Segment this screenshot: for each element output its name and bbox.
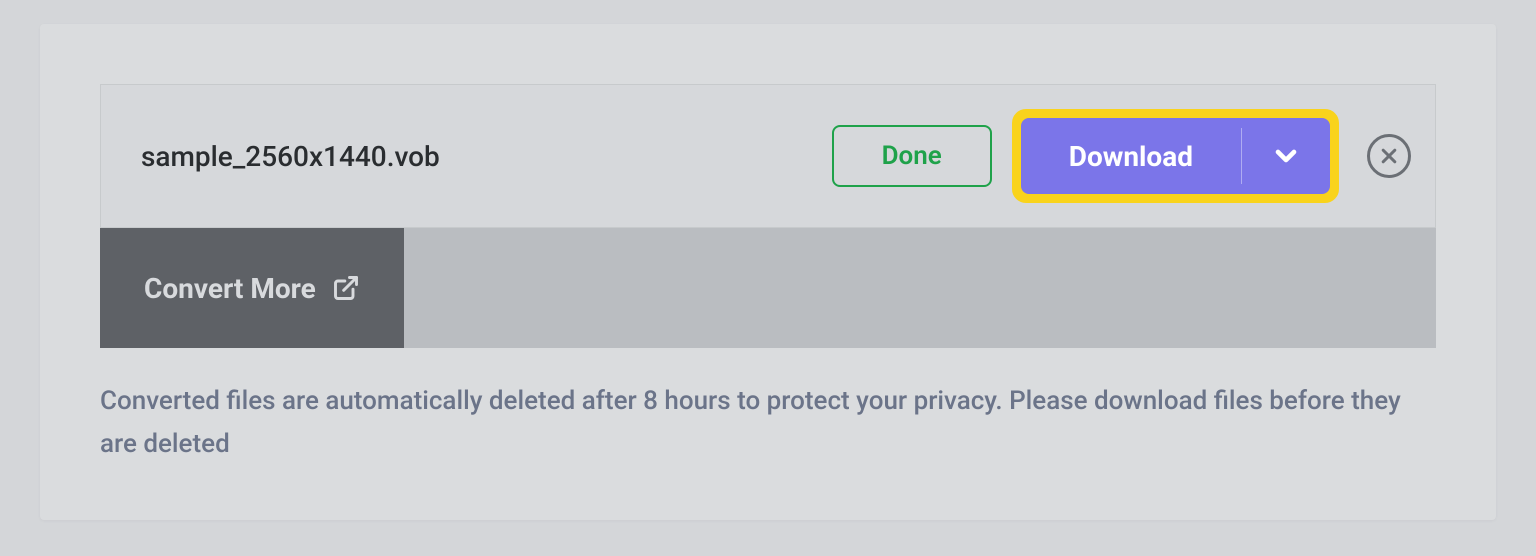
download-options-button[interactable] [1242, 118, 1330, 194]
remove-file-button[interactable] [1367, 134, 1411, 178]
close-icon [1379, 146, 1399, 166]
results-card: sample_2560x1440.vob Done Download Conv [40, 24, 1496, 520]
convert-more-label: Convert More [144, 272, 316, 305]
file-row: sample_2560x1440.vob Done Download [100, 84, 1436, 228]
download-split-button: Download [1021, 118, 1330, 194]
download-button[interactable]: Download [1021, 118, 1241, 194]
chevron-down-icon [1270, 140, 1302, 172]
convert-more-button[interactable]: Convert More [100, 228, 404, 348]
status-badge: Done [832, 125, 992, 187]
file-name: sample_2560x1440.vob [141, 140, 812, 173]
retention-notice: Converted files are automatically delete… [100, 380, 1436, 466]
download-highlight: Download [1012, 109, 1339, 203]
external-link-icon [332, 274, 360, 302]
footer-bar: Convert More [100, 228, 1436, 348]
